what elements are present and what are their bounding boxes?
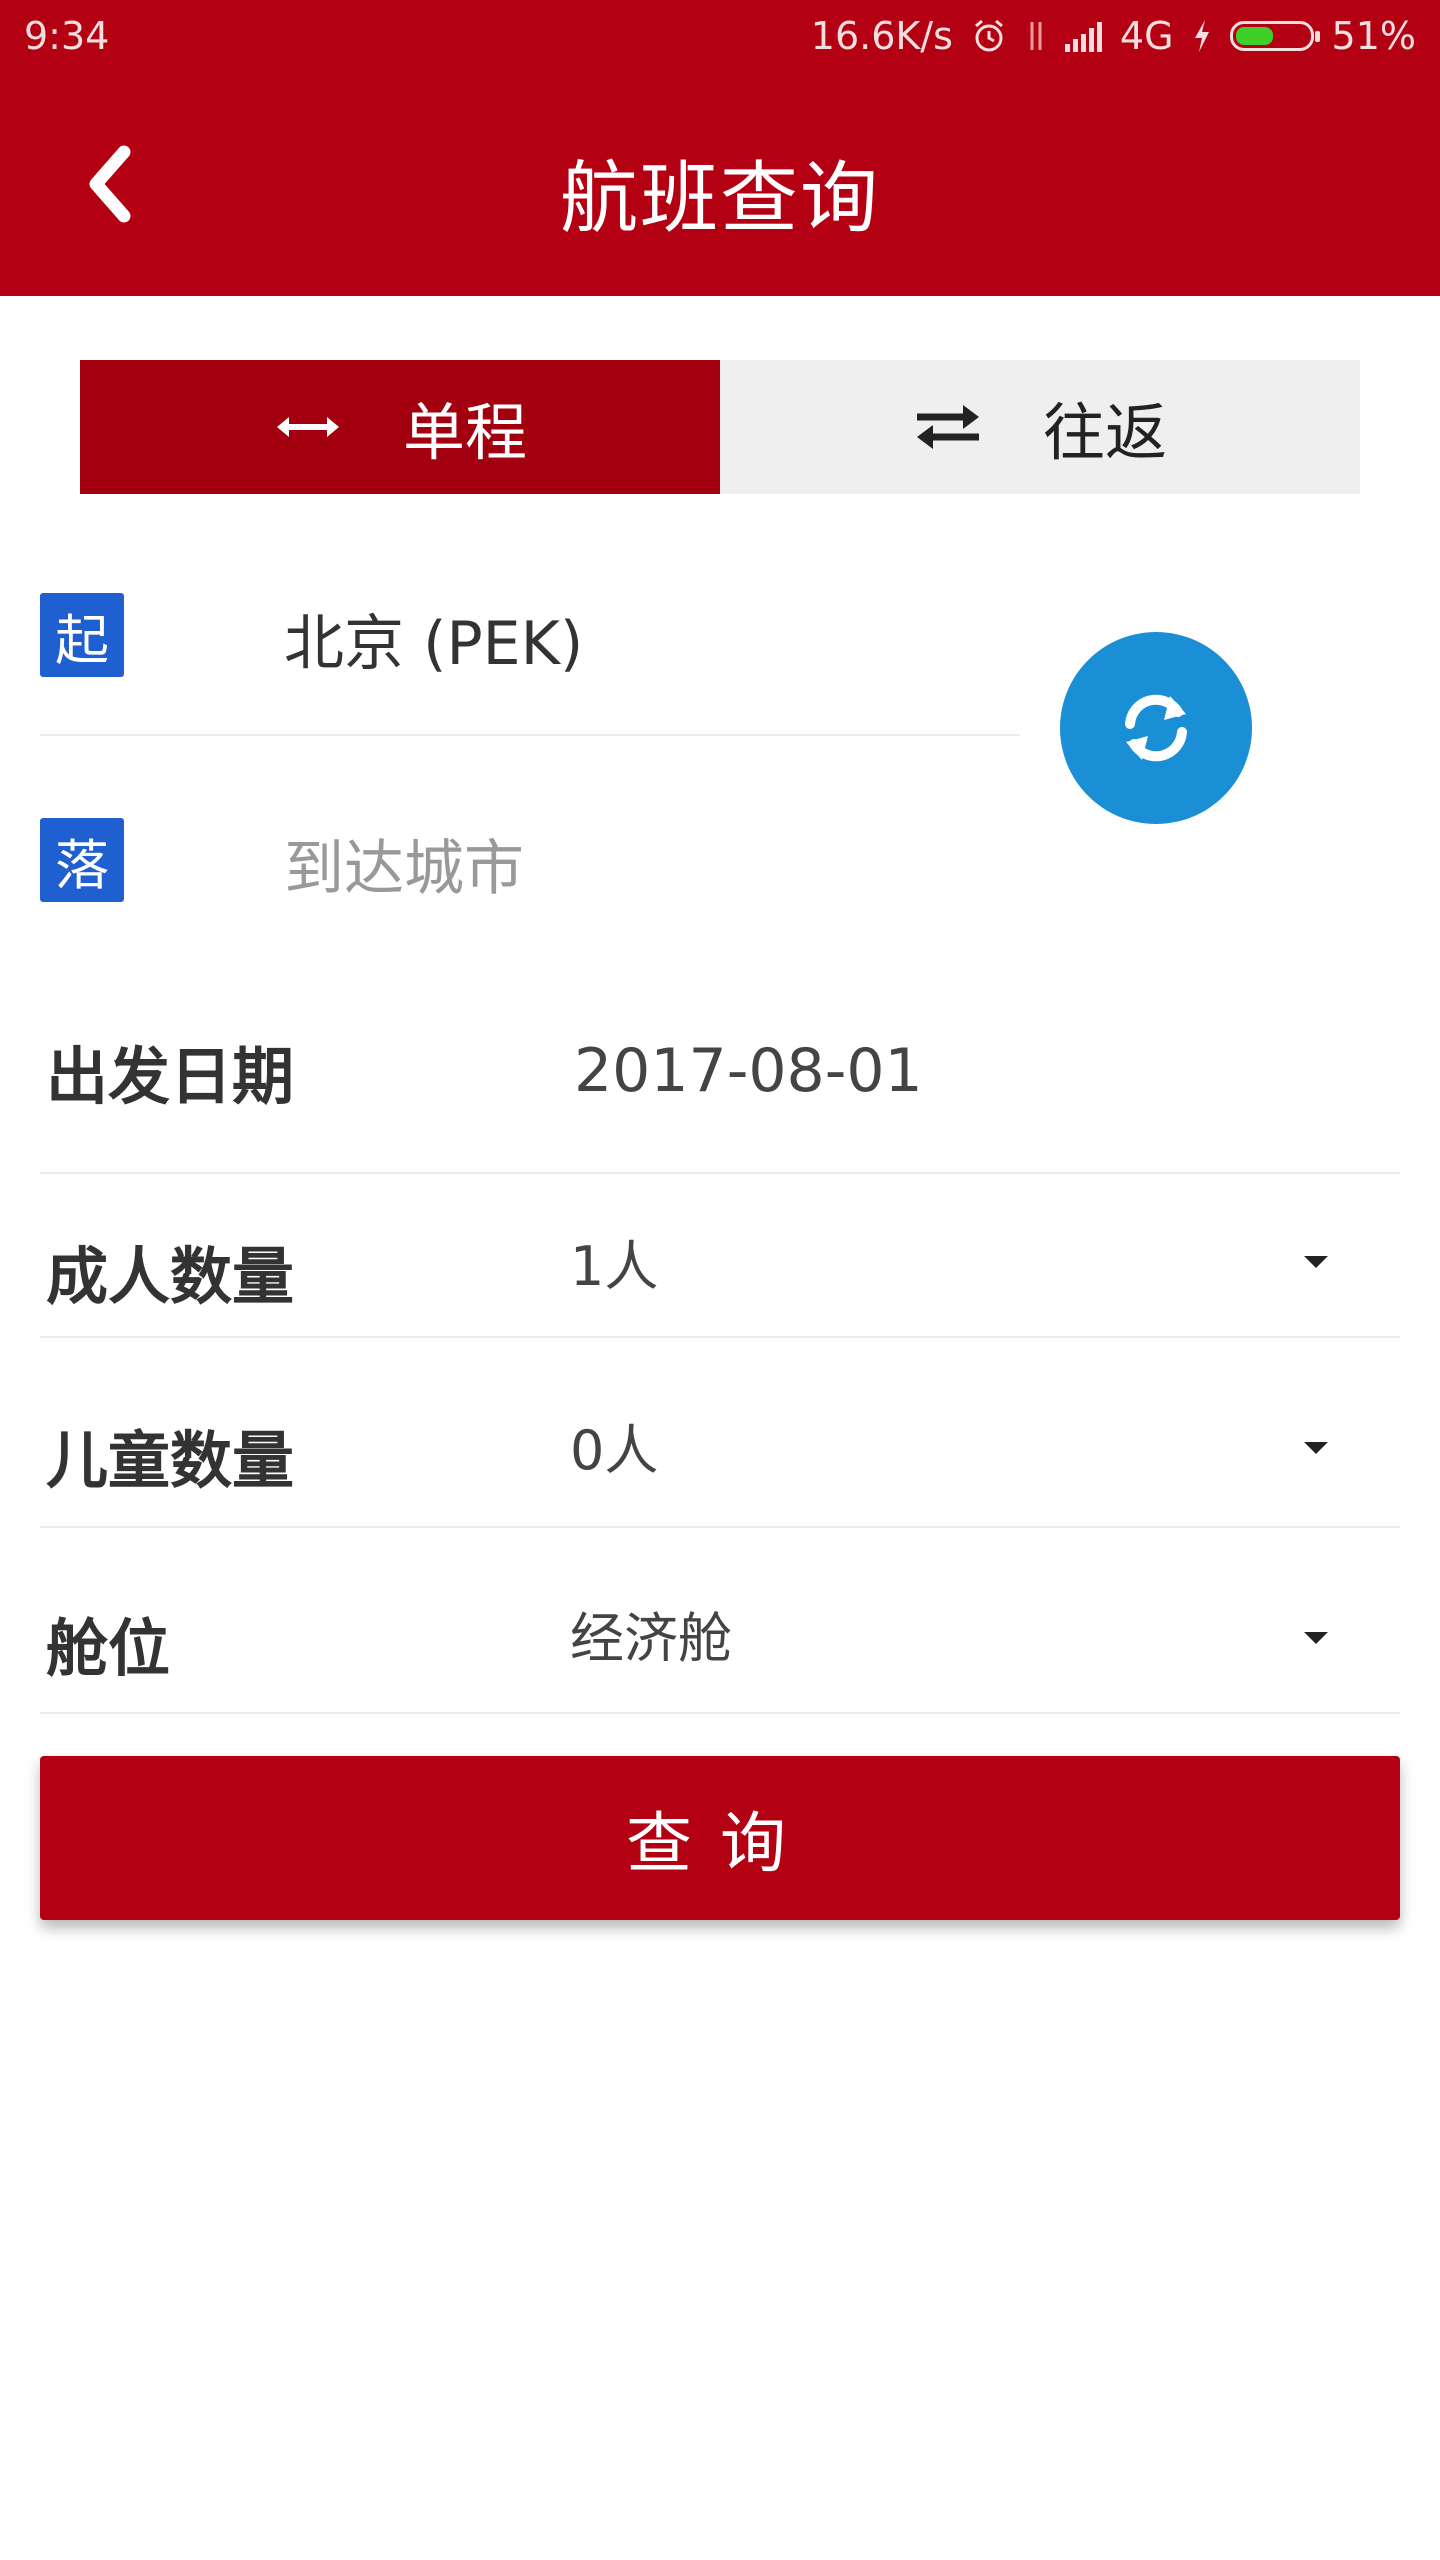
origin-badge: 起 xyxy=(40,593,124,677)
divider xyxy=(40,1526,1400,1528)
departure-date-label: 出发日期 xyxy=(46,1040,295,1113)
swap-horizontal-icon xyxy=(916,405,979,449)
cabin-label: 舱位 xyxy=(46,1612,171,1685)
search-button[interactable]: 查询 xyxy=(40,1756,1400,1920)
divider xyxy=(40,1336,1400,1338)
departure-date-row[interactable]: 出发日期 2017-08-01 xyxy=(40,1000,1400,1174)
tab-round-trip-label: 往返 xyxy=(1042,396,1167,469)
status-time: 9:34 xyxy=(24,14,110,58)
destination-badge: 落 xyxy=(40,818,124,902)
tab-round-trip[interactable]: 往返 xyxy=(720,360,1360,494)
adults-row[interactable]: 成人数量 1人 xyxy=(40,1176,1400,1338)
tab-one-way[interactable]: 单程 xyxy=(80,360,720,494)
page-title: 航班查询 xyxy=(559,154,880,244)
signal-icon xyxy=(1064,20,1102,52)
alarm-icon xyxy=(971,16,1007,56)
battery-icon xyxy=(1229,21,1320,51)
trip-type-tabs: 单程 往返 xyxy=(80,360,1360,494)
adults-select[interactable]: 1人 xyxy=(570,1222,658,1301)
divider xyxy=(40,1172,1400,1174)
swap-cities-button[interactable] xyxy=(1060,632,1252,824)
charging-icon xyxy=(1192,16,1212,56)
children-label: 儿童数量 xyxy=(46,1424,295,1497)
destination-row[interactable]: 落 到达城市 xyxy=(40,790,1020,910)
caret-down-icon[interactable] xyxy=(1304,1632,1328,1644)
cabin-row[interactable]: 舱位 经济舱 xyxy=(40,1530,1400,1714)
top-bar: 9:34 16.6K/s 4G 51% 航班查询 xyxy=(0,0,1440,296)
children-row[interactable]: 儿童数量 0人 xyxy=(40,1340,1400,1528)
status-bar: 9:34 16.6K/s 4G 51% xyxy=(0,0,1440,74)
city-divider xyxy=(40,734,1020,736)
caret-down-icon[interactable] xyxy=(1304,1442,1328,1454)
children-select[interactable]: 0人 xyxy=(570,1406,658,1485)
tab-one-way-label: 单程 xyxy=(402,396,527,469)
app-header: 航班查询 xyxy=(0,74,1440,296)
departure-date-value[interactable]: 2017-08-01 xyxy=(574,1036,923,1106)
battery-percent: 51% xyxy=(1331,14,1416,58)
divider xyxy=(40,1712,1400,1714)
data-transfer-icon xyxy=(1025,16,1047,56)
arrow-left-right-icon xyxy=(276,417,339,437)
adults-label: 成人数量 xyxy=(46,1240,295,1313)
origin-city[interactable]: 北京 (PEK) xyxy=(284,595,583,682)
network-type: 4G xyxy=(1119,14,1174,58)
cabin-select[interactable]: 经济舱 xyxy=(570,1594,732,1673)
refresh-icon xyxy=(1125,694,1187,762)
status-right: 16.6K/s 4G 51% xyxy=(811,14,1416,58)
caret-down-icon[interactable] xyxy=(1304,1256,1328,1268)
battery-fill xyxy=(1235,27,1273,45)
net-speed: 16.6K/s xyxy=(810,14,953,58)
origin-row[interactable]: 起 北京 (PEK) xyxy=(40,565,1020,685)
destination-city[interactable]: 到达城市 xyxy=(284,820,524,907)
